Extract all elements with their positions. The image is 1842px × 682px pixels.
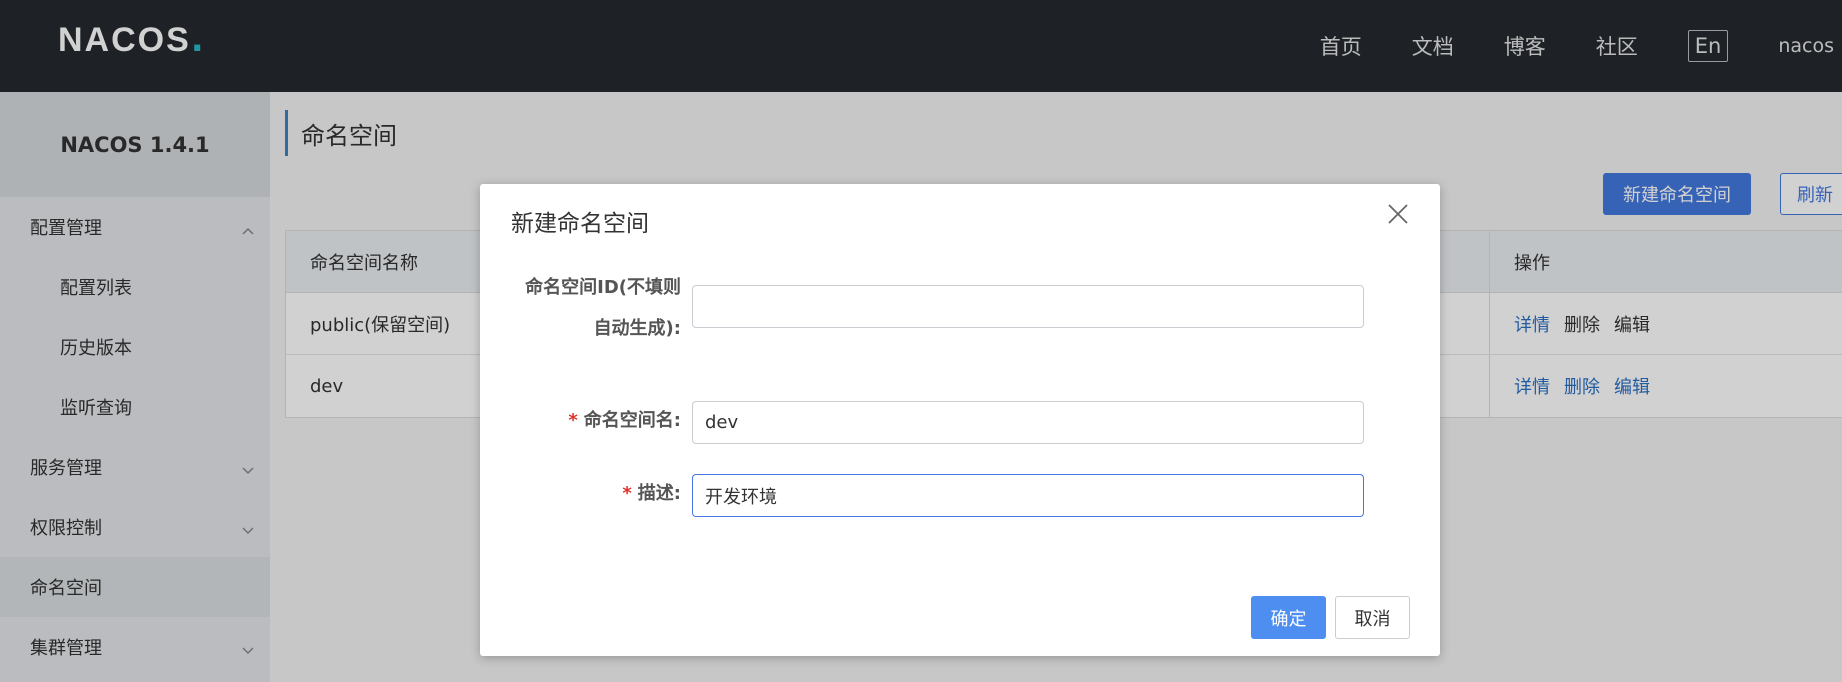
dialog-title: 新建命名空间 [511, 211, 649, 237]
namespace-id-input[interactable] [692, 285, 1364, 328]
description-input[interactable]: 开发环境 [692, 474, 1364, 517]
description-label: * 描述: [511, 473, 681, 514]
close-icon[interactable] [1386, 202, 1410, 226]
cancel-button[interactable]: 取消 [1335, 596, 1410, 639]
namespace-id-label: 命名空间ID(不填则 自动生成): [511, 267, 681, 349]
new-namespace-dialog: 新建命名空间 命名空间ID(不填则 自动生成): * 命名空间名: dev * 描述… [480, 184, 1440, 656]
confirm-button[interactable]: 确定 [1251, 596, 1326, 639]
namespace-name-input[interactable]: dev [692, 401, 1364, 444]
namespace-name-label: * 命名空间名: [511, 400, 681, 441]
required-mark: * [568, 410, 578, 431]
namespace-name-label-text: 命名空间名: [583, 410, 681, 431]
namespace-id-label-line2: 自动生成): [593, 318, 681, 339]
description-label-text: 描述: [637, 483, 681, 504]
required-mark: * [622, 483, 632, 504]
namespace-id-label-line1: 命名空间ID(不填则 [525, 277, 681, 298]
